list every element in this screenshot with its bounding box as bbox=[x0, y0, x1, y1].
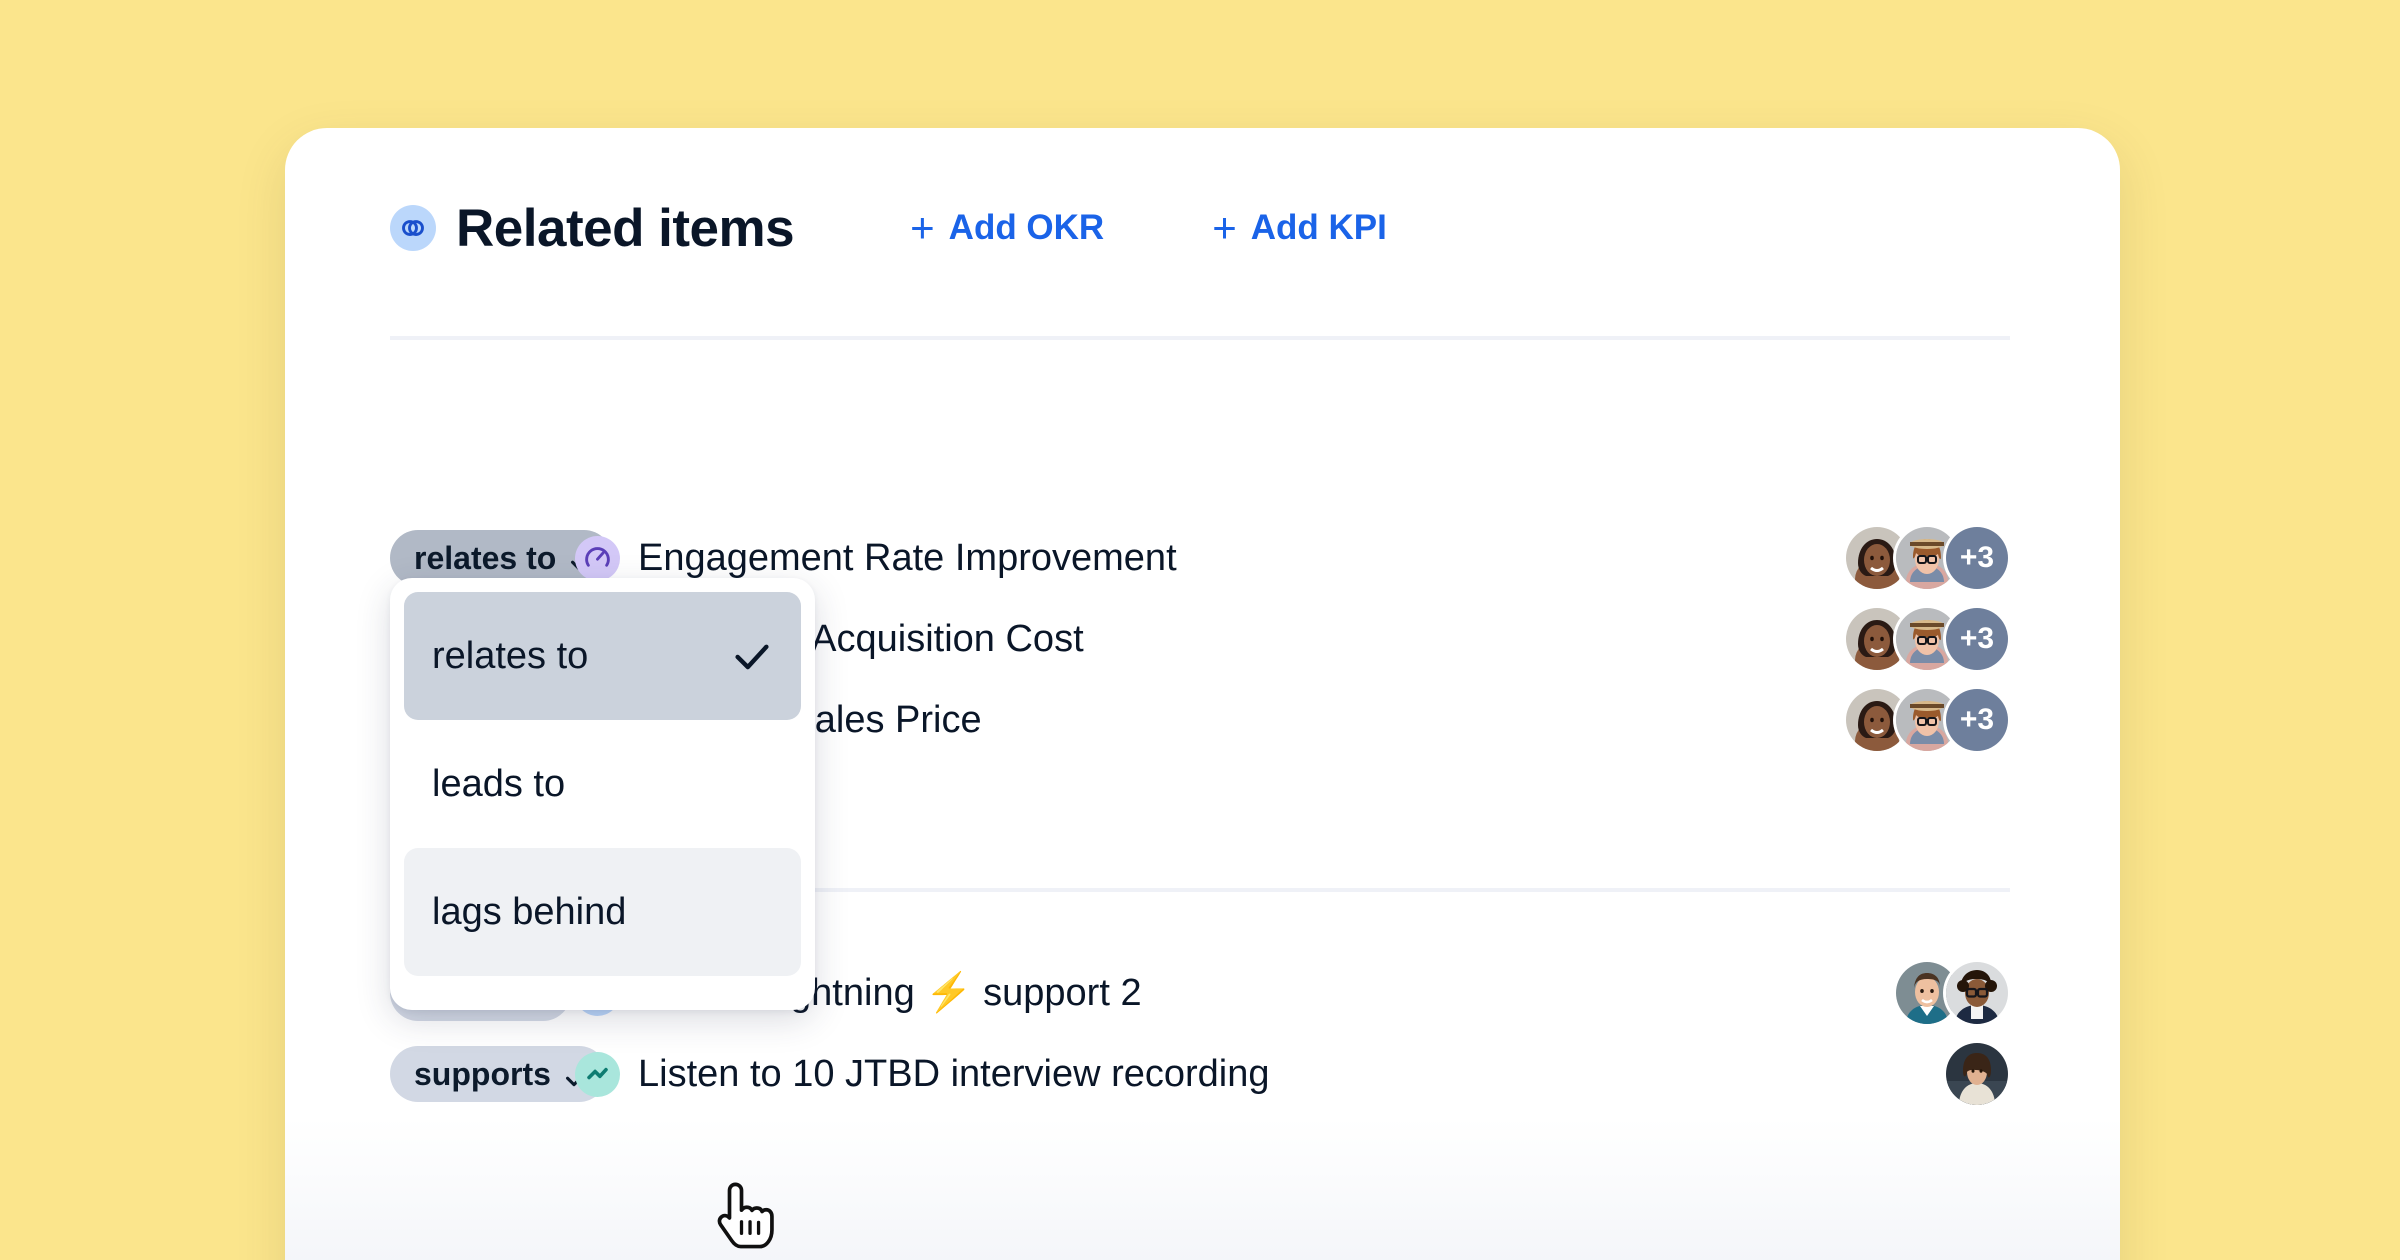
add-kpi-button[interactable]: + Add KPI bbox=[1212, 207, 1387, 249]
related-item-title: Listen to 10 JTBD interview recording bbox=[638, 1053, 1270, 1096]
dropdown-option-relates-to[interactable]: relates to bbox=[404, 592, 801, 720]
plus-icon: + bbox=[1212, 207, 1237, 249]
relation-label: relates to bbox=[414, 540, 556, 577]
dropdown-option-leads-to[interactable]: leads to bbox=[404, 720, 801, 848]
avatar-group: +3 bbox=[1846, 527, 2008, 589]
related-items-icon bbox=[390, 205, 436, 251]
related-item-title: Engagement Rate Improvement bbox=[638, 537, 1177, 580]
add-okr-button[interactable]: + Add OKR bbox=[910, 207, 1104, 249]
avatar[interactable] bbox=[1946, 1043, 2008, 1105]
dropdown-option-label: leads to bbox=[432, 763, 565, 806]
header-divider bbox=[390, 336, 2010, 340]
avatar-group: +3 bbox=[1846, 689, 2008, 751]
table-row: supports Listen to 10 JTBD interview rec… bbox=[285, 1032, 2120, 1116]
avatar[interactable] bbox=[1946, 962, 2008, 1024]
dropdown-option-lags-behind[interactable]: lags behind bbox=[404, 848, 801, 976]
bottom-fade bbox=[285, 1118, 2120, 1260]
check-icon bbox=[729, 633, 775, 679]
relation-dropdown-menu: relates to leads to lags behind bbox=[390, 578, 815, 1010]
plus-icon: + bbox=[910, 207, 935, 249]
avatar-group bbox=[1896, 962, 2008, 1024]
kpi-gauge-icon bbox=[575, 536, 620, 581]
avatar-overflow-count[interactable]: +3 bbox=[1946, 689, 2008, 751]
avatar-overflow-count[interactable]: +3 bbox=[1946, 608, 2008, 670]
avatar-overflow-count[interactable]: +3 bbox=[1946, 527, 2008, 589]
add-kpi-label: Add KPI bbox=[1251, 208, 1387, 248]
relation-label: supports bbox=[414, 1056, 551, 1093]
page-title: Related items bbox=[456, 198, 794, 259]
dropdown-option-label: relates to bbox=[432, 635, 588, 678]
relation-badge-cell: supports bbox=[285, 1046, 575, 1102]
add-okr-label: Add OKR bbox=[949, 208, 1105, 248]
related-item[interactable]: Listen to 10 JTBD interview recording bbox=[575, 1052, 2120, 1097]
dropdown-option-label: lags behind bbox=[432, 891, 626, 934]
card-header: Related items + Add OKR + Add KPI bbox=[390, 188, 1387, 268]
task-trend-icon bbox=[575, 1052, 620, 1097]
avatar-group: +3 bbox=[1846, 608, 2008, 670]
avatar-group bbox=[1946, 1043, 2008, 1105]
screen: Related items + Add OKR + Add KPI KPIs r… bbox=[0, 0, 2400, 1260]
